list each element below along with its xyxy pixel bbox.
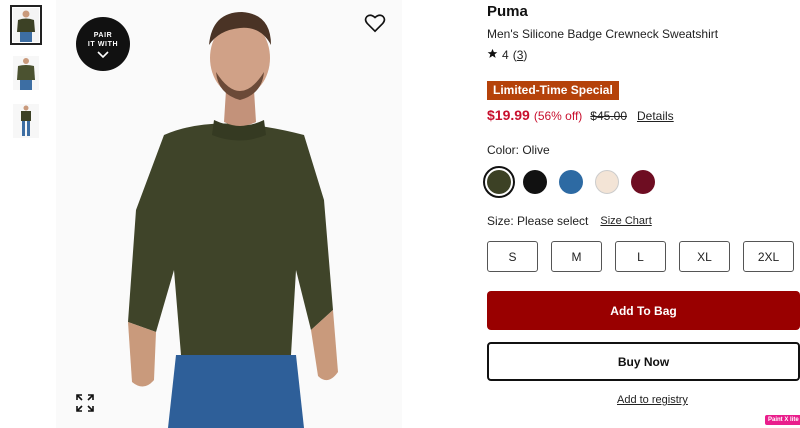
product-title: Men's Silicone Badge Crewneck Sweatshirt <box>487 27 719 41</box>
thumbnail-full-body-image <box>13 104 39 138</box>
color-label: Color: Olive <box>487 143 550 157</box>
star-icon <box>487 48 498 62</box>
add-to-bag-button[interactable]: Add To Bag <box>487 291 800 330</box>
size-options: S M L XL 2XL <box>487 241 794 272</box>
buy-now-button[interactable]: Buy Now <box>487 342 800 381</box>
color-swatch-black[interactable] <box>523 170 547 194</box>
size-button-m[interactable]: M <box>551 241 602 272</box>
pair-button-line1: PAIR <box>93 32 113 39</box>
promo-badge: Limited-Time Special <box>487 81 619 100</box>
thumbnail-list <box>10 5 44 149</box>
size-button-xl[interactable]: XL <box>679 241 730 272</box>
size-chart-link[interactable]: Size Chart <box>600 215 651 228</box>
size-button-s[interactable]: S <box>487 241 538 272</box>
color-swatch-cream[interactable] <box>595 170 619 194</box>
price-details-link[interactable]: Details <box>637 109 674 123</box>
product-rating[interactable]: 4 (3) <box>487 48 527 62</box>
color-swatches <box>483 166 655 198</box>
size-button-2xl[interactable]: 2XL <box>743 241 794 272</box>
pair-it-with-button[interactable]: PAIR IT WITH <box>76 17 130 71</box>
chevron-down-icon <box>76 51 130 62</box>
color-swatch-blue[interactable] <box>559 170 583 194</box>
size-label: Size: Please select <box>487 214 589 228</box>
expand-icon[interactable] <box>76 394 94 417</box>
thumbnail-model[interactable] <box>10 53 42 93</box>
heart-icon[interactable] <box>364 13 386 38</box>
pair-button-line2: IT WITH <box>87 41 119 48</box>
thumbnail-full-body[interactable] <box>10 101 42 141</box>
discount-percent: (56% off) <box>533 109 583 123</box>
price-row: $19.99 (56% off) $45.00 Details <box>487 107 674 123</box>
sale-price: $19.99 <box>487 107 530 123</box>
brand-name[interactable]: Puma <box>487 3 528 20</box>
original-price: $45.00 <box>590 109 627 123</box>
review-count[interactable]: 3 <box>517 48 524 62</box>
thumbnail-front-image <box>13 8 39 42</box>
size-row: Size: Please select Size Chart <box>487 214 652 228</box>
thumbnail-model-image <box>13 56 39 90</box>
rating-value: 4 <box>502 48 509 62</box>
thumbnail-front[interactable] <box>10 5 42 45</box>
color-swatch-burgundy[interactable] <box>631 170 655 194</box>
size-button-l[interactable]: L <box>615 241 666 272</box>
paint-badge[interactable]: Paint X lite <box>765 415 800 425</box>
color-swatch-olive[interactable] <box>483 166 515 198</box>
add-to-registry-link[interactable]: Add to registry <box>617 394 688 406</box>
